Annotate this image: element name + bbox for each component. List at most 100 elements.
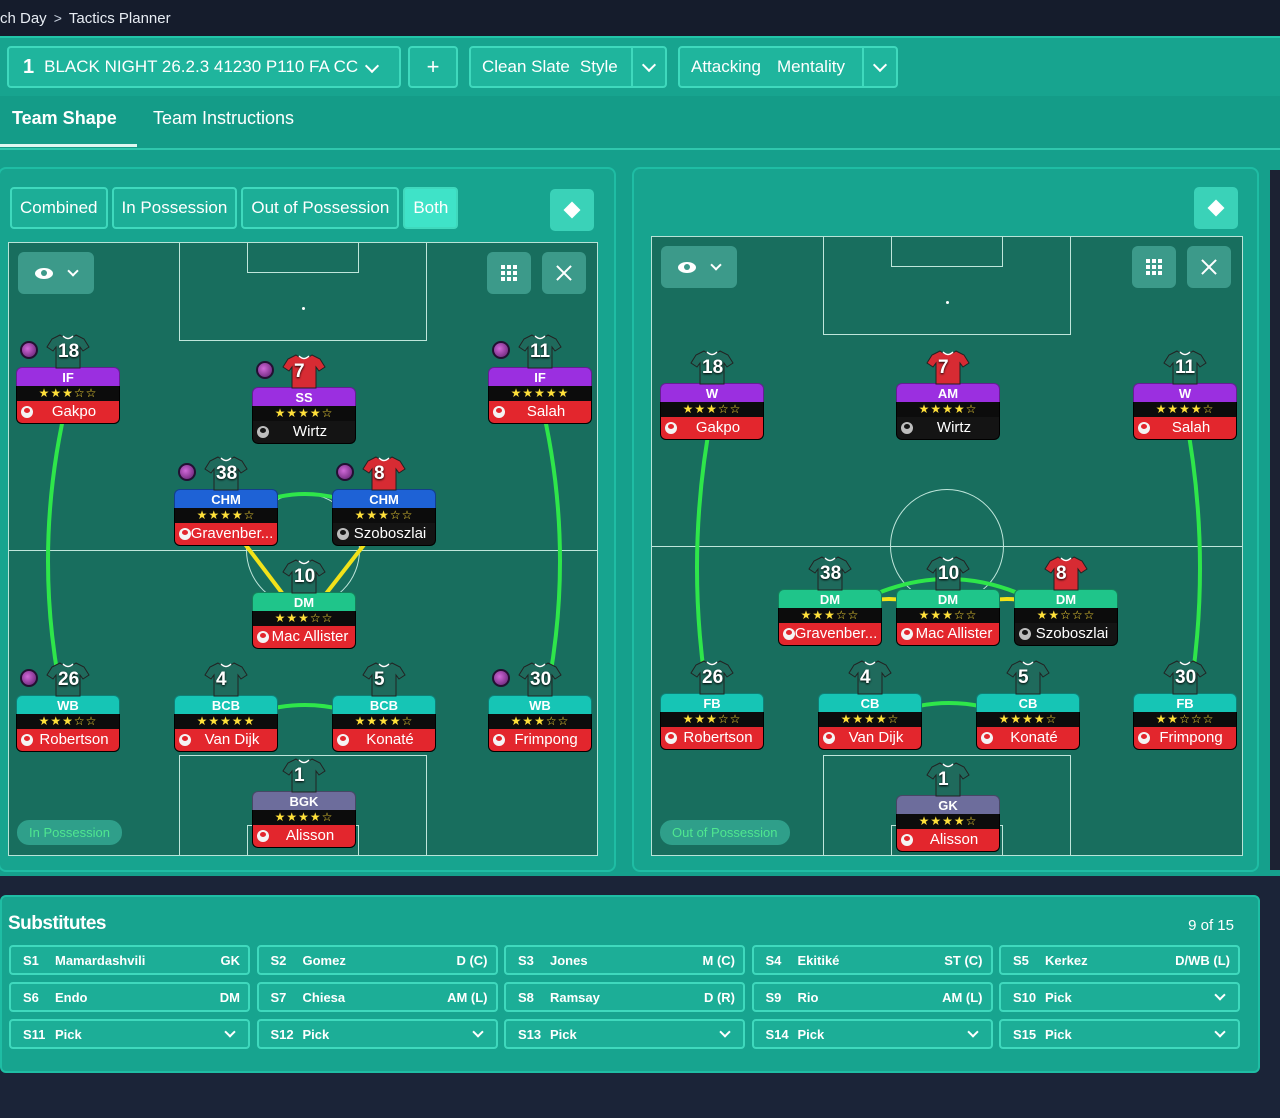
sub-slot[interactable]: S5 Kerkez D/WB (L)	[999, 945, 1240, 975]
player-card[interactable]: 7 AM ★★★★☆ Wirtz	[896, 350, 1000, 440]
sub-slot[interactable]: S15 Pick	[999, 1019, 1240, 1049]
sub-player-name: Mamardashvili	[55, 952, 146, 968]
filter-out-of-possession[interactable]: Out of Possession	[241, 187, 400, 229]
player-number: 4	[860, 667, 871, 688]
sub-slot[interactable]: S11 Pick	[9, 1019, 250, 1049]
player-name: Konaté	[1010, 729, 1058, 746]
sub-slot[interactable]: S3 Jones M (C)	[504, 945, 745, 975]
grid-toggle-button[interactable]	[487, 252, 531, 294]
player-card[interactable]: 38 DM ★★★☆☆ Gravenber...	[778, 556, 882, 646]
player-number: 30	[530, 669, 552, 690]
visibility-dropdown[interactable]	[661, 246, 737, 288]
sub-player-name: Chiesa	[302, 989, 346, 1005]
chevron-down-icon	[1214, 1025, 1226, 1038]
player-name: Frimpong	[514, 731, 578, 748]
player-card[interactable]: 26 WB ★★★☆☆ Robertson	[16, 662, 120, 752]
mentality-selector[interactable]: Attacking Mentality	[678, 46, 898, 88]
chevron-down-icon	[364, 58, 380, 74]
player-card[interactable]: 1 GK ★★★★☆ Alisson	[896, 762, 1000, 852]
visibility-dropdown[interactable]	[18, 252, 94, 294]
sub-slot-label: S13	[518, 1026, 542, 1042]
player-number: 10	[938, 563, 960, 584]
trait-orb-icon	[256, 361, 274, 379]
player-name: Konaté	[366, 731, 414, 748]
player-stars: ★★☆☆☆	[1014, 608, 1118, 623]
sub-slot[interactable]: S14 Pick	[751, 1019, 993, 1049]
filter-combined[interactable]: Combined	[10, 187, 108, 229]
player-card[interactable]: 1 BGK ★★★★☆ Alisson	[252, 758, 356, 848]
player-card[interactable]: 11 IF ★★★★★ Salah	[488, 334, 592, 424]
grid-toggle-button[interactable]	[1132, 246, 1176, 288]
style-selector[interactable]: Clean Slate Style	[469, 46, 667, 88]
player-card[interactable]: 4 BCB ★★★★★ Van Dijk	[174, 662, 278, 752]
player-card[interactable]: 5 BCB ★★★★☆ Konaté	[332, 662, 436, 752]
sub-slot[interactable]: S9 Rio AM (L)	[751, 982, 993, 1012]
expand-button[interactable]	[1187, 246, 1231, 288]
chevron-down-icon	[719, 1025, 731, 1038]
sub-slot[interactable]: S2 Gomez D (C)	[256, 945, 498, 975]
mentality-label: Mentality	[776, 57, 845, 76]
add-tactic-button[interactable]: +	[408, 46, 458, 88]
tactic-selector[interactable]: 1 BLACK NIGHT 26.2.3 41230 P110 FA CC	[7, 46, 401, 88]
player-card[interactable]: 30 WB ★★★☆☆ Frimpong	[488, 662, 592, 752]
user-icon	[1019, 628, 1031, 640]
sub-slot[interactable]: S7 Chiesa AM (L)	[256, 982, 498, 1012]
view-toggle-button[interactable]	[1194, 187, 1238, 229]
style-dropdown-button[interactable]	[631, 48, 665, 86]
player-card[interactable]: 18 IF ★★★☆☆ Gakpo	[16, 334, 120, 424]
sub-slot-label: S3	[518, 952, 534, 968]
chevron-down-icon	[872, 57, 888, 72]
player-name: Gravenber...	[190, 525, 274, 542]
player-number: 5	[374, 669, 385, 690]
player-stars: ★★★☆☆	[896, 608, 1000, 623]
player-card[interactable]: 30 FB ★★☆☆☆ Frimpong	[1133, 660, 1237, 750]
sub-slot[interactable]: S1 Mamardashvili GK	[9, 945, 250, 975]
player-card[interactable]: 8 CHM ★★★☆☆ Szoboszlai	[332, 456, 436, 546]
player-card[interactable]: 11 W ★★★★☆ Salah	[1133, 350, 1237, 440]
player-role: GK	[896, 795, 1000, 814]
filter-in-possession[interactable]: In Possession	[111, 187, 238, 229]
player-name: Szoboszlai	[1035, 625, 1109, 642]
player-number: 26	[58, 669, 80, 690]
phase-filters: Combined In Possession Out of Possession…	[10, 187, 462, 229]
tactic-number: 1	[23, 55, 35, 78]
player-role: CHM	[332, 489, 436, 508]
player-card[interactable]: 18 W ★★★☆☆ Gakpo	[660, 350, 764, 440]
player-role: DM	[896, 589, 1000, 608]
player-card[interactable]: 10 DM ★★★☆☆ Mac Allister	[252, 559, 356, 649]
player-role: W	[660, 383, 764, 402]
sub-slot[interactable]: S8 Ramsay D (R)	[504, 982, 745, 1012]
player-number: 38	[216, 463, 238, 484]
sub-position: DM	[219, 989, 240, 1005]
sub-slot-label: S2	[270, 952, 287, 968]
player-role: BCB	[332, 695, 436, 714]
view-toggle-button[interactable]	[550, 189, 594, 231]
sub-slot[interactable]: S4 Ekitiké ST (C)	[751, 945, 993, 975]
player-card[interactable]: 10 DM ★★★☆☆ Mac Allister	[896, 556, 1000, 646]
breadcrumb-parent[interactable]: ch Day	[0, 10, 47, 27]
tab-team-shape[interactable]: Team Shape	[12, 108, 117, 129]
tab-team-instructions[interactable]: Team Instructions	[153, 108, 294, 129]
player-card[interactable]: 8 DM ★★☆☆☆ Szoboszlai	[1014, 556, 1118, 646]
sub-slot[interactable]: S12 Pick	[256, 1019, 498, 1049]
chevron-down-icon	[471, 1025, 484, 1038]
eye-icon	[678, 261, 696, 273]
sub-slot[interactable]: S10 Pick	[999, 982, 1240, 1012]
user-icon	[1138, 422, 1150, 434]
mentality-dropdown-button[interactable]	[862, 48, 896, 86]
diamond-icon	[563, 201, 581, 219]
sub-player-name: Rio	[797, 989, 819, 1005]
player-name: Van Dijk	[204, 731, 260, 748]
player-card[interactable]: 5 CB ★★★★☆ Konaté	[976, 660, 1080, 750]
player-role: DM	[1014, 589, 1118, 608]
player-role: FB	[660, 693, 764, 712]
expand-button[interactable]	[542, 252, 586, 294]
player-card[interactable]: 7 SS ★★★★☆ Wirtz	[252, 354, 356, 444]
tactic-name: BLACK NIGHT 26.2.3 41230 P110 FA CC	[44, 57, 359, 76]
sub-slot[interactable]: S6 Endo DM	[9, 982, 250, 1012]
sub-slot[interactable]: S13 Pick	[504, 1019, 745, 1049]
player-card[interactable]: 4 CB ★★★★☆ Van Dijk	[818, 660, 922, 750]
player-card[interactable]: 38 CHM ★★★★☆ Gravenber...	[174, 456, 278, 546]
filter-both[interactable]: Both	[403, 187, 459, 229]
player-card[interactable]: 26 FB ★★★☆☆ Robertson	[660, 660, 764, 750]
